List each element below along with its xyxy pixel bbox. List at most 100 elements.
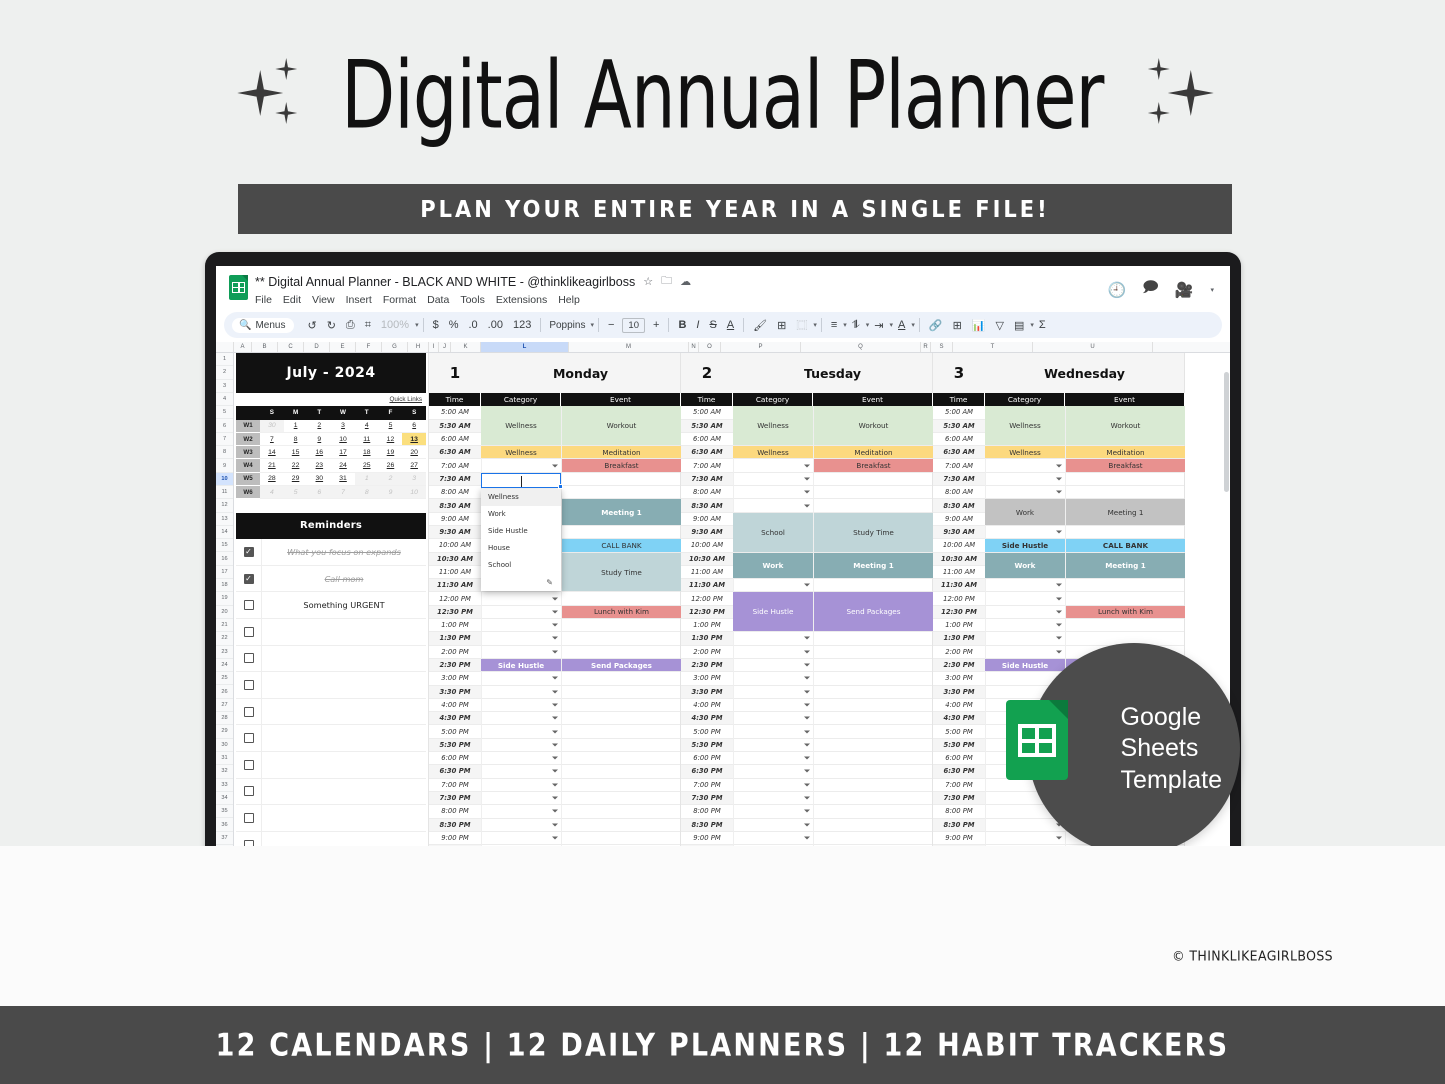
event-cell[interactable] [813,499,932,513]
event-block[interactable]: Breakfast [1066,459,1185,472]
row-header-33[interactable]: 33 [216,779,233,792]
chevron-down-icon[interactable]: ▾ [590,321,594,329]
percent-button[interactable]: % [444,319,464,331]
calendar-day-4[interactable]: 4 [260,486,284,500]
event-cell[interactable] [561,791,680,806]
column-header-K[interactable]: K [451,342,481,352]
row-header-21[interactable]: 21 [216,619,233,633]
calendar-day-30[interactable]: 30 [307,473,332,487]
reminder-checkbox-cell[interactable] [236,592,262,619]
category-cell[interactable] [481,712,561,726]
calendar-day-7[interactable]: 7 [331,486,355,500]
row-header-26[interactable]: 26 [216,685,233,699]
category-block[interactable]: Side Hustle [733,592,813,632]
chevron-down-icon[interactable]: ▾ [1210,286,1214,294]
category-cell[interactable] [733,831,813,846]
event-cell[interactable] [813,738,932,753]
horizontal-align-icon[interactable]: ≡ [826,319,842,331]
event-cell[interactable] [561,525,680,540]
event-cell[interactable] [561,831,680,846]
calendar-day-6[interactable]: 6 [402,420,427,433]
event-block[interactable]: Meditation [562,446,681,459]
calendar-day-29[interactable]: 29 [283,473,308,487]
edit-pencil-icon[interactable]: ✎ [481,574,561,591]
category-cell[interactable] [985,831,1065,846]
category-cell[interactable] [481,672,561,686]
event-cell[interactable] [813,632,932,646]
calendar-day-3[interactable]: 3 [402,472,427,487]
calendar-day-2[interactable]: 2 [378,472,403,487]
category-cell[interactable] [733,765,813,779]
row-header-1[interactable]: 1 [216,353,233,367]
calendar-day-21[interactable]: 21 [260,459,284,473]
calendar-day-31[interactable]: 31 [331,473,355,487]
reminder-checkbox-cell[interactable] [236,698,262,725]
category-cell[interactable] [733,472,813,487]
reminder-checkbox-cell[interactable] [236,805,262,831]
event-block[interactable]: Study Time [814,512,933,552]
menu-format[interactable]: Format [383,294,416,306]
reminder-checkbox-cell[interactable] [236,725,262,752]
menu-view[interactable]: View [312,294,335,306]
event-cell[interactable] [1065,579,1184,593]
reminder-text[interactable]: Something URGENT [262,600,426,610]
row-header-5[interactable]: 5 [216,406,233,420]
event-cell[interactable] [813,791,932,806]
column-header-Q[interactable]: Q [801,342,921,352]
row-header-29[interactable]: 29 [216,725,233,739]
event-block[interactable]: Study Time [562,552,681,592]
calendar-day-24[interactable]: 24 [331,459,355,473]
event-cell[interactable] [813,831,932,846]
mini-calendar[interactable]: S M T W T F S W1 30 1 2 3 4 5 6 W2 7 8 9 10 11 12 13 W3 14 15 16 17… [236,406,427,500]
paint-format-button[interactable]: ⌗ [360,319,376,332]
event-block[interactable]: Breakfast [814,459,933,472]
category-cell[interactable] [481,698,561,713]
event-cell[interactable] [561,685,680,699]
calendar-day-25[interactable]: 25 [354,459,379,473]
column-header-S[interactable]: S [931,342,953,352]
category-cell[interactable] [985,605,1065,620]
dropdown-option-side-hustle[interactable]: Side Hustle [481,523,561,540]
checkbox-icon[interactable] [243,680,254,691]
dropdown-option-wellness[interactable]: Wellness [481,488,561,506]
category-block[interactable]: Side Hustle [985,658,1065,672]
row-header-34[interactable]: 34 [216,792,233,806]
row-header-30[interactable]: 30 [216,739,233,752]
event-cell[interactable] [561,725,680,739]
row-header-22[interactable]: 22 [216,632,233,646]
week-label-W5[interactable]: W5 [236,472,260,487]
redo-button[interactable]: ↻ [322,319,341,332]
insert-chart-icon[interactable]: 📊 [967,319,991,332]
event-cell[interactable] [561,752,680,766]
select-all-corner[interactable] [216,342,234,352]
reminder-checkbox-cell[interactable] [236,752,262,778]
menu-edit[interactable]: Edit [283,294,301,306]
week-label-W3[interactable]: W3 [236,446,260,460]
row-header-27[interactable]: 27 [216,699,233,713]
event-cell[interactable] [813,725,932,739]
row-header-7[interactable]: 7 [216,433,233,447]
row-header-17[interactable]: 17 [216,566,233,580]
category-cell[interactable] [481,752,561,766]
document-title[interactable]: ** Digital Annual Planner - BLACK AND WH… [255,275,635,289]
checkbox-icon[interactable] [243,653,254,664]
category-cell[interactable] [985,645,1065,659]
reminder-checkbox-cell[interactable] [236,539,262,565]
row-header-35[interactable]: 35 [216,805,233,819]
column-header-D[interactable]: D [304,342,330,352]
row-header-19[interactable]: 19 [216,592,233,606]
currency-button[interactable]: $ [428,319,444,331]
event-cell[interactable] [813,712,932,726]
week-label-W4[interactable]: W4 [236,459,260,473]
category-cell[interactable] [733,486,813,500]
row-header-14[interactable]: 14 [216,526,233,540]
event-block[interactable]: CALL BANK [1066,539,1185,552]
row-header-36[interactable]: 36 [216,818,233,832]
category-block[interactable]: Wellness [481,446,561,459]
functions-button[interactable]: Σ [1034,319,1051,331]
category-cell[interactable] [733,712,813,726]
menu-extensions[interactable]: Extensions [496,294,547,306]
category-cell[interactable] [985,818,1065,832]
calendar-day-1[interactable]: 1 [354,472,379,487]
category-cell[interactable] [733,685,813,699]
